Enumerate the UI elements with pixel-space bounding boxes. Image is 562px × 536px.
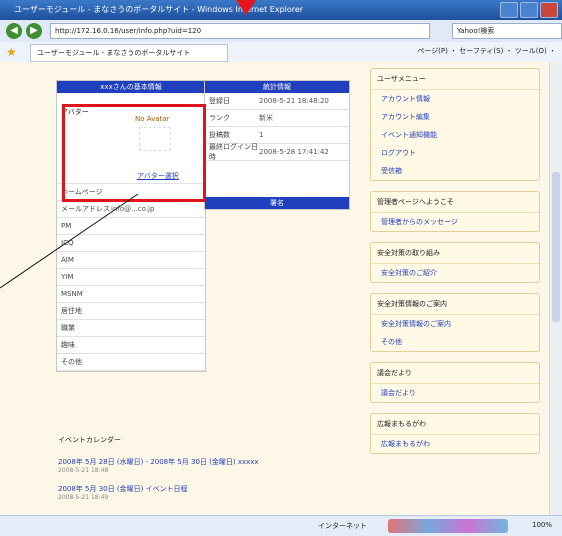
signature-header: 署名 (205, 197, 349, 209)
profile-row: MSNM (57, 286, 205, 303)
sidebar-link[interactable]: アカウント編集 (371, 108, 539, 126)
row-key: ランク (209, 114, 230, 122)
event-item[interactable]: 2008年 5月 28日 (水曜日) - 2008年 5月 30日 (金曜日) … (58, 457, 358, 474)
status-bar: インターネット 100% (0, 515, 562, 536)
profile-row: 居住地 (57, 303, 205, 320)
annotation-arrow (236, 0, 256, 15)
sidebar-link[interactable]: 安全対策情報のご案内 (371, 315, 539, 333)
profile-row: PM (57, 218, 205, 235)
row-key: ICQ (61, 239, 74, 247)
profile-row: YIM (57, 269, 205, 286)
row-key: 投稿数 (209, 131, 230, 139)
row-value: 2008-5-21 18:48:20 (259, 97, 329, 105)
row-key: その他 (61, 358, 82, 366)
sidebar-link[interactable]: その他 (371, 333, 539, 351)
row-key: PM (61, 222, 72, 230)
sidebar-link[interactable]: アカウント情報 (371, 90, 539, 108)
event-date: 2008-5-21 18:49 (58, 494, 109, 501)
sidebar-link[interactable]: ログアウト (371, 144, 539, 162)
sidebar-box-title: 管理者ページへようこそ (371, 192, 539, 213)
command-bar[interactable]: ページ(P) ・ セーフティ(S) ・ ツール(O) ・ (417, 46, 556, 56)
sidebar-box: 広報まもるがわ 広報まもるがわ (370, 413, 540, 454)
row-key: 最終ログイン日時 (209, 143, 258, 161)
profile-row: メールアドレス info@...co.jp (57, 201, 205, 218)
row-key: メールアドレス (61, 205, 110, 213)
event-calendar: イベントカレンダー 2008年 5月 28日 (水曜日) - 2008年 5月 … (58, 435, 358, 511)
highlight-box (62, 104, 206, 202)
back-icon[interactable]: ◀ (6, 23, 22, 39)
row-value: 新米 (259, 114, 273, 122)
sidebar-box: 安全対策情報のご案内 安全対策情報のご案内 その他 (370, 293, 540, 352)
taskbar-overlay (388, 519, 508, 533)
event-calendar-header: イベントカレンダー (58, 436, 121, 444)
vertical-scrollbar[interactable] (549, 62, 562, 515)
row-key: MSNM (61, 290, 83, 298)
search-input[interactable]: Yahoo!検索 (452, 23, 562, 39)
forward-icon[interactable]: ▶ (26, 23, 42, 39)
row-key: 職業 (61, 324, 75, 332)
sidebar-box: ユーザメニュー アカウント情報 アカウント編集 イベント通知機能 ログアウト 受信箱 (370, 68, 540, 181)
sidebar-box-title: 安全対策の取り組み (371, 243, 539, 264)
sidebar-link[interactable]: 管理者からのメッセージ (371, 213, 539, 231)
minimize-button[interactable] (500, 2, 518, 18)
event-date: 2008-5-21 18:48 (58, 467, 109, 474)
row-key: AIM (61, 256, 74, 264)
maximize-button[interactable] (520, 2, 538, 18)
scroll-thumb[interactable] (552, 172, 560, 322)
favorites-star-icon[interactable]: ★ (6, 45, 17, 59)
sidebar-box-title: 議会だより (371, 363, 539, 384)
profile-row: AIM (57, 252, 205, 269)
stats-row: 登録日 2008-5-21 18:48:20 (205, 93, 349, 110)
row-key: 登録日 (209, 97, 230, 105)
sidebar-box: 議会だより 議会だより (370, 362, 540, 403)
close-button[interactable] (540, 2, 558, 18)
tab-bar: ★ ユーザーモジュール - まなさうのボータルサイト ページ(P) ・ セーフテ… (0, 42, 562, 63)
stats-row: ランク 新米 (205, 110, 349, 127)
stats-header: 統計情報 (205, 81, 349, 93)
row-value: info@...co.jp (111, 205, 155, 213)
stats-panel: 統計情報 登録日 2008-5-21 18:48:20 ランク 新米 投稿数 1 最終ログイ… (204, 80, 350, 210)
sidebar-link[interactable]: 安全対策のご紹介 (371, 264, 539, 282)
sidebar-link[interactable]: 広報まもるがわ (371, 435, 539, 453)
window-title: ユーザーモジュール - まなさうのボータルサイト - Windows Inter… (14, 5, 304, 14)
row-key: 趣味 (61, 341, 75, 349)
sidebar-box-title: 安全対策情報のご案内 (371, 294, 539, 315)
sidebar-link[interactable]: 議会だより (371, 384, 539, 402)
status-zone: インターネット (318, 522, 367, 530)
sidebar-box: 安全対策の取り組み 安全対策のご紹介 (370, 242, 540, 283)
sidebar-box-title: 広報まもるがわ (371, 414, 539, 435)
tab-current[interactable]: ユーザーモジュール - まなさうのボータルサイト (30, 44, 228, 62)
stats-row: 最終ログイン日時 2008-5-28 17:41:42 (205, 143, 349, 161)
profile-row: その他 (57, 354, 205, 371)
profile-row: 職業 (57, 320, 205, 337)
sidebar-box: 管理者ページへようこそ 管理者からのメッセージ (370, 191, 540, 232)
row-key: 居住地 (61, 307, 82, 315)
row-key: YIM (61, 273, 74, 281)
address-bar: ◀ ▶ http://172.16.0.16/user/info.php?uid… (0, 20, 562, 43)
sidebar-box-title: ユーザメニュー (371, 69, 539, 90)
profile-row: ICQ (57, 235, 205, 252)
event-item[interactable]: 2008年 5月 30日 (金曜日) イベント日程 2008-5-21 18:49 (58, 484, 358, 501)
profile-row: 趣味 (57, 337, 205, 354)
row-value: 1 (259, 131, 264, 139)
event-title[interactable]: 2008年 5月 28日 (水曜日) - 2008年 5月 30日 (金曜日) … (58, 458, 259, 466)
url-input[interactable]: http://172.16.0.16/user/info.php?uid=120 (50, 23, 430, 39)
sidebar-link[interactable]: イベント通知機能 (371, 126, 539, 144)
row-value: 2008-5-28 17:41:42 (259, 148, 329, 156)
zoom-level[interactable]: 100% (532, 521, 552, 529)
profile-header: xxxさんの基本情報 (57, 81, 205, 93)
window-titlebar: ユーザーモジュール - まなさうのボータルサイト - Windows Inter… (0, 0, 562, 20)
sidebar-link[interactable]: 受信箱 (371, 162, 539, 180)
sidebar: ユーザメニュー アカウント情報 アカウント編集 イベント通知機能 ログアウト 受信箱管理者… (370, 68, 540, 464)
event-title[interactable]: 2008年 5月 30日 (金曜日) イベント日程 (58, 485, 188, 493)
